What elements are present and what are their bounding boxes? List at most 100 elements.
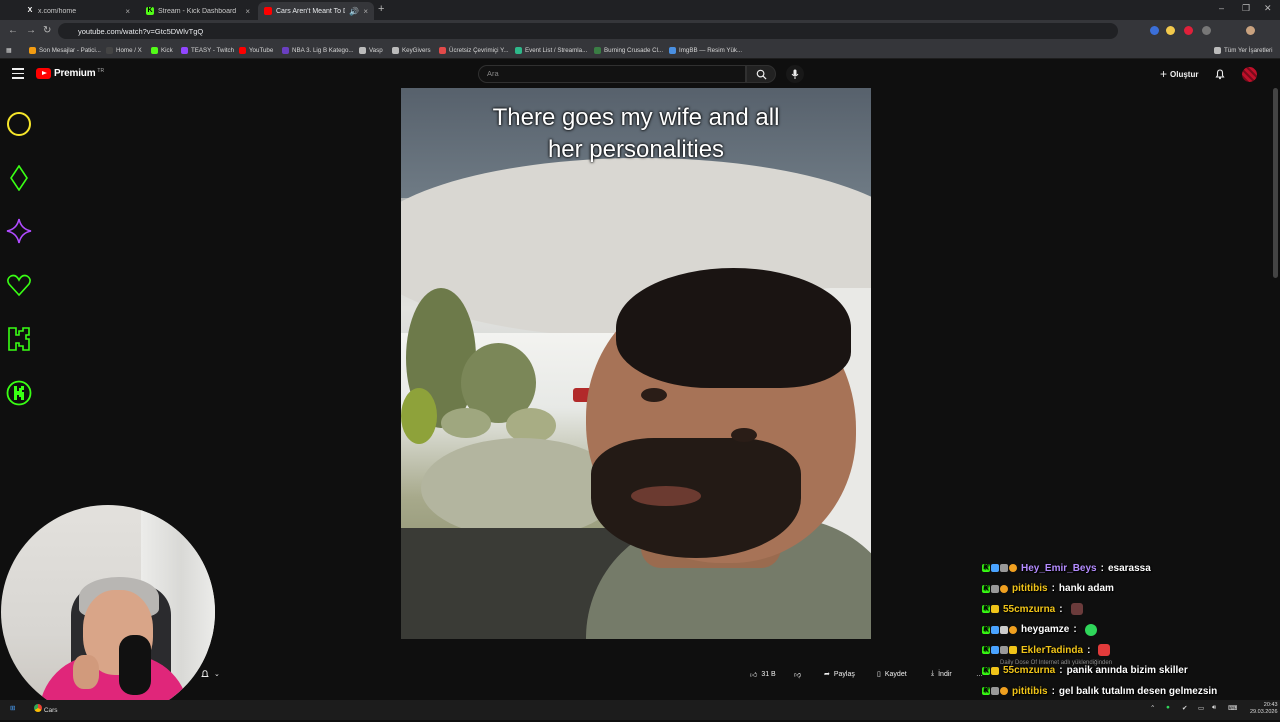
emote-icon [1071, 603, 1083, 615]
chat-badges: K [982, 605, 999, 613]
chat-text: gel balık tutalım desen gelmezsin [1059, 686, 1217, 697]
extension-icon[interactable] [1166, 26, 1175, 35]
share-label: Paylaş [834, 671, 855, 678]
chat-message: K EklerTadinda: [982, 640, 1280, 661]
bell-icon[interactable] [1214, 68, 1226, 80]
x-logo-icon: X [26, 7, 34, 15]
minimize-button[interactable]: – [1219, 3, 1224, 13]
logo-country: TR [97, 68, 104, 74]
youtube-logo-icon [264, 7, 272, 15]
url-field[interactable]: youtube.com/watch?v=Gtc5DWlvTgQ [58, 23, 1118, 39]
bookmark-item[interactable]: YouTube [239, 44, 273, 56]
back-button[interactable]: ← [8, 25, 18, 36]
speaker-icon[interactable]: 🔊 [349, 7, 359, 16]
profile-avatar[interactable] [1246, 26, 1255, 35]
person-eye [641, 388, 667, 402]
person-mouth [631, 486, 701, 506]
chat-message: K 55cmzurna:panik anında bizim skiller [982, 661, 1280, 682]
dislike-button[interactable]: 👎︎ [794, 666, 801, 682]
crown-badge-icon [991, 667, 999, 675]
download-button[interactable]: ⤓ İndir [931, 666, 952, 682]
bookmark-item[interactable]: Kick [151, 44, 173, 56]
bookmark-folder[interactable]: Vasp [359, 44, 383, 56]
video-caption: There goes my wife and all her personali… [401, 102, 871, 166]
like-button[interactable]: 👍︎ 31 B [750, 666, 776, 682]
volume-icon[interactable]: 🔊︎ [1212, 704, 1216, 712]
network-icon[interactable]: ▭ [1198, 704, 1204, 712]
system-clock[interactable]: 20:43 29.03.2026 [1250, 702, 1278, 716]
save-button[interactable]: ▯ Kaydet [877, 666, 907, 682]
close-icon[interactable]: × [245, 7, 250, 16]
search-input[interactable]: Ara [478, 65, 746, 83]
taskbar-app-chrome[interactable]: Cars [34, 704, 58, 714]
extensions-puzzle-icon[interactable] [1202, 26, 1211, 35]
tab-x-home[interactable]: X x.com/home × [20, 2, 136, 20]
extension-icon[interactable] [1184, 26, 1193, 35]
chat-username: pititibis [1012, 583, 1048, 594]
kick-badge-icon: K [982, 626, 990, 634]
bookmark-item[interactable]: Son Mesajlar - Patici... [29, 44, 101, 56]
skull-badge-icon [991, 585, 999, 593]
bookmark-item[interactable]: NBA 3. Lig B Katego... [282, 44, 354, 56]
close-icon[interactable]: × [125, 7, 130, 16]
bookmark-item[interactable]: Home / X [106, 44, 142, 56]
chat-message: K 55cmzurna: [982, 599, 1280, 620]
restore-button[interactable]: ❐ [1242, 3, 1250, 14]
youtube-premium-logo[interactable]: Premium TR [36, 68, 104, 79]
reload-button[interactable]: ↻ [43, 25, 51, 36]
bookmark-label: Vasp [369, 47, 383, 54]
bush [441, 408, 491, 438]
voice-search-button[interactable] [786, 65, 804, 83]
bookmark-item[interactable]: Ücretsiz Çevrimiçi Y... [439, 44, 509, 56]
video-player[interactable]: There goes my wife and all her personali… [401, 88, 871, 639]
person-eye [731, 428, 757, 442]
scrollbar[interactable] [1273, 88, 1278, 278]
bookmark-label: YouTube [249, 47, 273, 54]
download-label: İndir [938, 671, 952, 678]
tray-chevron-icon[interactable]: ⌃ [1150, 704, 1155, 712]
bookmark-label: Ücretsiz Çevrimiçi Y... [449, 47, 509, 54]
bookmark-item[interactable]: ImgBB — Resim Yük... [669, 44, 742, 56]
search-button[interactable] [746, 65, 776, 83]
chat-badges: K [982, 564, 1017, 572]
language-icon[interactable]: ⌨ [1228, 704, 1237, 712]
create-button[interactable]: + Oluştur [1160, 67, 1198, 81]
chat-separator: : [1073, 624, 1076, 635]
menu-icon[interactable] [12, 68, 24, 82]
logo-text: Premium [54, 68, 95, 79]
person-hair [616, 268, 851, 388]
extension-icon[interactable] [1150, 26, 1159, 35]
share-button[interactable]: ➦ Paylaş [824, 666, 855, 682]
chat-badges: K [982, 646, 1017, 654]
windows-start-icon[interactable]: ⊞ [10, 704, 15, 712]
kick-logo-icon: K [146, 7, 154, 15]
tab-kick-dashboard[interactable]: K Stream - Kick Dashboard × [140, 2, 256, 20]
windows-taskbar: ⊞ Cars ⌃ ● ✔ ▭ 🔊︎ ⌨ 20:43 29.03.2026 [0, 700, 1280, 720]
bush [401, 388, 437, 444]
tray-app-icon[interactable]: ● [1166, 704, 1170, 711]
bookmark-item[interactable]: TEASY - Twitch [181, 44, 234, 56]
tab-youtube-video[interactable]: Cars Aren't Meant To Do Th 🔊 × [258, 2, 374, 20]
clock-date: 29.03.2026 [1250, 709, 1278, 716]
crown-badge-icon [991, 605, 999, 613]
close-icon[interactable]: × [363, 7, 368, 16]
all-bookmarks-folder[interactable]: Tüm Yer İşaretleri [1214, 44, 1273, 56]
account-avatar[interactable] [1242, 67, 1257, 82]
chat-separator: : [1101, 563, 1104, 574]
chat-separator: : [1052, 686, 1055, 697]
bookmark-folder[interactable]: KeyGivers [392, 44, 431, 56]
sword-badge-icon [1000, 626, 1008, 634]
chat-separator: : [1059, 604, 1062, 615]
bookmark-item[interactable]: Event List / Streamla... [515, 44, 587, 56]
apps-grid-icon[interactable]: ▦ [6, 44, 12, 56]
chat-username: 55cmzurna [1003, 604, 1055, 615]
forward-button[interactable]: → [26, 25, 36, 36]
subscribe-bell-button[interactable]: ⌄ [200, 666, 220, 682]
chat-username: pititibis [1012, 686, 1048, 697]
new-tab-button[interactable]: + [378, 3, 384, 15]
tab-title: x.com/home [38, 8, 121, 15]
tab-title: Stream - Kick Dashboard [158, 8, 241, 15]
bookmark-item[interactable]: Burning Crusade Cl... [594, 44, 663, 56]
tray-app-icon[interactable]: ✔ [1182, 704, 1187, 712]
close-window-button[interactable]: ✕ [1264, 3, 1272, 14]
